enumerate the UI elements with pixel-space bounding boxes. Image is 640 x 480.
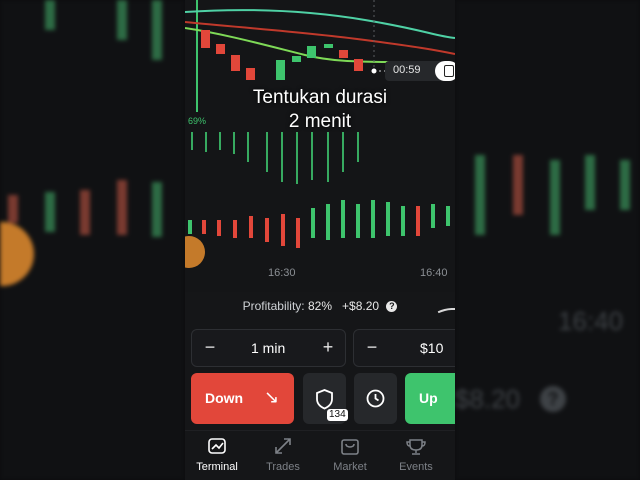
current-price-dot <box>371 68 377 74</box>
caption-line-1: Tentukan durasi <box>252 87 388 108</box>
pending-order-button[interactable] <box>354 373 397 424</box>
trophy-icon <box>406 439 426 455</box>
background-left <box>0 0 185 480</box>
time-label-1: 16:40 <box>420 267 448 279</box>
bottom-tab-bar: Terminal Trades Market Events <box>185 430 455 480</box>
duration-stepper: − 1 min + <box>191 329 346 367</box>
tab-label: Trades <box>266 461 300 473</box>
tab-trades[interactable]: Trades <box>253 437 313 475</box>
up-label: Up <box>419 390 438 406</box>
duration-value[interactable]: 1 min <box>251 340 285 356</box>
profitability-label: Profitability: <box>242 299 305 313</box>
up-button[interactable]: Up <box>405 373 455 424</box>
ghost-payout: $8.20 <box>455 384 521 414</box>
tab-terminal[interactable]: Terminal <box>187 437 247 475</box>
timer-toggle[interactable] <box>435 61 455 81</box>
background-right: 16:40 $8.20 ? <box>455 0 640 480</box>
down-label: Down <box>205 390 244 406</box>
tab-label: Events <box>399 461 433 473</box>
profitability-percent: 82% <box>307 299 332 313</box>
caption-line-2: 2 menit <box>288 111 352 132</box>
candle <box>201 30 210 48</box>
chart-icon <box>208 438 226 454</box>
duration-plus-button[interactable]: + <box>320 337 336 358</box>
oscillator-upper <box>191 132 359 184</box>
candle <box>246 68 255 80</box>
candle <box>307 46 316 58</box>
candle <box>216 44 225 54</box>
candle <box>292 56 301 62</box>
candle <box>276 60 285 80</box>
amount-minus-button[interactable]: − <box>364 337 380 358</box>
ma-mid-line <box>185 27 455 65</box>
tutorial-caption: Tentukan durasi 2 menit <box>235 86 405 134</box>
candle <box>339 50 348 58</box>
ghost-time: 16:40 <box>558 306 624 336</box>
price-chart[interactable]: 69% 00:59 16:30 16:40 <box>185 0 455 292</box>
candle <box>324 44 333 48</box>
tab-label: Market <box>333 461 367 473</box>
tab-market[interactable]: Market <box>320 437 380 475</box>
arrow-down-right-icon: ↘ <box>264 387 280 407</box>
timer-icon <box>444 65 454 77</box>
candle <box>231 55 240 71</box>
profitability-payout: +$8.20 <box>342 299 380 313</box>
tab-label: Terminal <box>196 461 238 473</box>
shield-badge: 134 <box>327 409 348 421</box>
duration-minus-button[interactable]: − <box>202 337 218 358</box>
candle <box>354 59 363 71</box>
timer-value: 00:59 <box>393 64 421 76</box>
chart-canvas <box>185 0 455 268</box>
profitability-row: Profitability: 82% +$8.20 ? <box>185 299 455 313</box>
clock-icon <box>366 389 385 408</box>
coin-marker <box>185 236 205 268</box>
percent-label: 69% <box>188 116 207 126</box>
arrows-icon <box>275 438 291 454</box>
tab-events[interactable]: Events <box>386 437 446 475</box>
ma-slow-line <box>185 21 455 55</box>
down-button[interactable]: Down ↘ <box>191 373 294 424</box>
bag-icon <box>341 439 359 455</box>
insurance-button[interactable]: 134 <box>303 373 348 424</box>
time-label-0: 16:30 <box>268 267 296 279</box>
ghost-help-icon: ? <box>540 386 566 412</box>
trading-app: 69% 00:59 16:30 16:40 Tentukan durasi 2 … <box>185 0 455 480</box>
help-icon[interactable]: ? <box>386 301 398 313</box>
histogram-lower <box>188 200 450 248</box>
